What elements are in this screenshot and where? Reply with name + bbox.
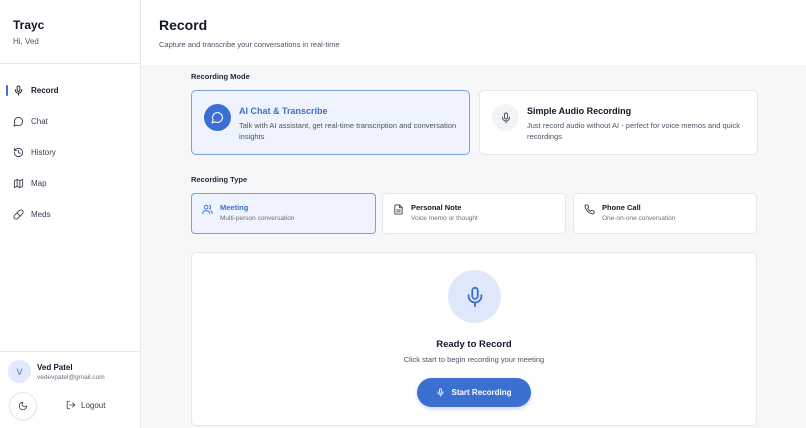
mode-title: AI Chat & Transcribe	[239, 106, 328, 116]
brand: Trayc Hi, Ved	[13, 18, 44, 46]
logout-label: Logout	[81, 400, 106, 410]
logout-icon	[66, 400, 81, 410]
sidebar-item-chat[interactable]: Chat	[0, 111, 140, 142]
sidebar-item-history[interactable]: History	[0, 142, 140, 173]
logout-button[interactable]: Logout	[66, 400, 105, 410]
divider	[0, 63, 140, 64]
type-title: Meeting	[220, 203, 249, 212]
recorder-status-title: Ready to Record	[436, 339, 512, 350]
recording-mode-label: Recording Mode	[191, 72, 250, 81]
type-title: Personal Note	[411, 203, 462, 212]
mode-title: Simple Audio Recording	[527, 106, 632, 116]
page-title: Record	[159, 17, 208, 33]
type-description: Multi-person conversation	[220, 215, 295, 222]
sidebar-item-label: Map	[31, 179, 47, 188]
page-subtitle: Capture and transcribe your conversation…	[159, 40, 340, 49]
moon-icon	[18, 401, 28, 411]
type-option-phone-call[interactable]: Phone Call One-on-one conversation	[573, 193, 757, 234]
history-icon	[13, 147, 31, 158]
page-header: Record Capture and transcribe your conve…	[141, 0, 806, 67]
sidebar-item-meds[interactable]: Meds	[0, 204, 140, 235]
avatar: V	[8, 360, 31, 383]
user-email: vedevpatel@gmail.com	[37, 373, 105, 381]
recorder-panel: Ready to Record Click start to begin rec…	[191, 252, 757, 426]
mode-option-simple-audio[interactable]: Simple Audio Recording Just record audio…	[479, 90, 758, 155]
sidebar-item-label: Chat	[31, 117, 48, 126]
document-icon	[393, 203, 411, 215]
theme-toggle-button[interactable]	[9, 392, 37, 420]
sidebar: Trayc Hi, Ved Record Chat History Map Me…	[0, 0, 141, 428]
pill-icon	[13, 209, 31, 220]
mic-icon	[448, 270, 501, 323]
type-description: Voice memo or thought	[411, 215, 478, 222]
chat-bubble-icon	[204, 104, 231, 131]
mode-description: Talk with AI assistant, get real-time tr…	[239, 121, 457, 141]
sidebar-item-record[interactable]: Record	[0, 80, 140, 111]
sidebar-item-label: History	[31, 148, 56, 157]
users-icon	[202, 203, 220, 215]
mic-icon	[13, 85, 31, 96]
user-profile: V Ved Patel vedevpatel@gmail.com	[8, 360, 105, 383]
type-title: Phone Call	[602, 203, 641, 212]
mode-description: Just record audio without AI - perfect f…	[527, 121, 741, 141]
type-option-meeting[interactable]: Meeting Multi-person conversation	[191, 193, 376, 234]
sidebar-item-label: Meds	[31, 210, 51, 219]
mic-icon	[492, 104, 519, 131]
recording-type-label: Recording Type	[191, 175, 248, 184]
sidebar-nav: Record Chat History Map Meds	[0, 80, 140, 235]
phone-icon	[584, 203, 602, 215]
recorder-status-subtitle: Click start to begin recording your meet…	[403, 355, 545, 364]
mode-option-ai-chat[interactable]: AI Chat & Transcribe Talk with AI assist…	[191, 90, 470, 155]
start-recording-button[interactable]: Start Recording	[417, 378, 531, 407]
user-name: Ved Patel	[37, 362, 73, 372]
sidebar-item-label: Record	[31, 86, 59, 95]
sidebar-item-map[interactable]: Map	[0, 173, 140, 204]
start-recording-label: Start Recording	[451, 388, 512, 397]
app-name: Trayc	[13, 18, 45, 32]
divider	[0, 351, 140, 352]
type-option-personal-note[interactable]: Personal Note Voice memo or thought	[382, 193, 566, 234]
type-description: One-on-one conversation	[602, 215, 676, 222]
map-icon	[13, 178, 31, 189]
chat-bubble-icon	[13, 116, 31, 127]
greeting: Hi, Ved	[13, 37, 39, 46]
mic-icon	[436, 388, 451, 397]
